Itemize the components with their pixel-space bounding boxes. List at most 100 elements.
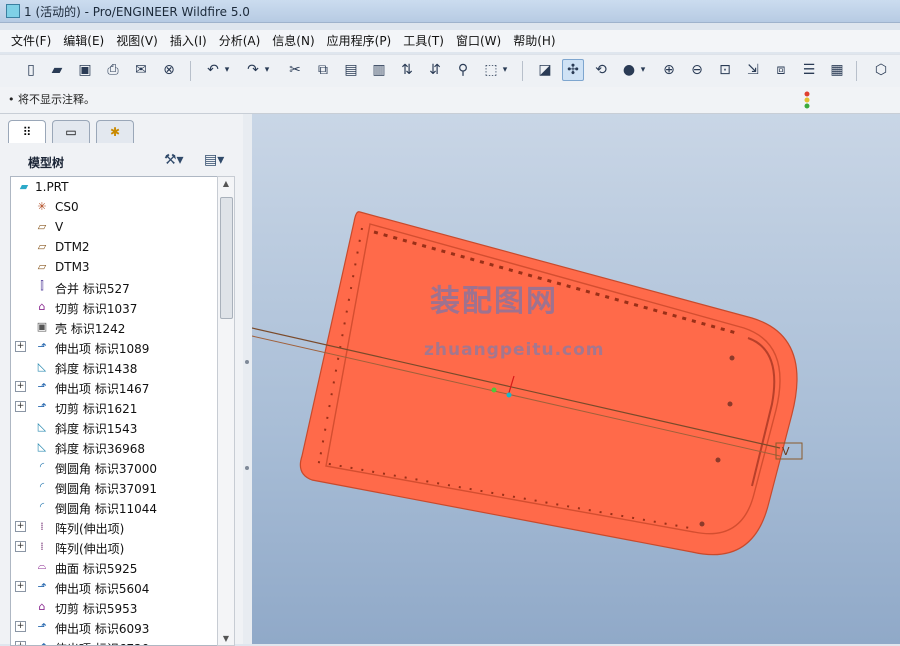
menu-edit[interactable]: 编辑(E) — [57, 30, 110, 50]
menu-help[interactable]: 帮助(H) — [507, 30, 561, 50]
menu-analysis[interactable]: 分析(A) — [213, 30, 267, 50]
tree-item[interactable]: ▱ DTM3 — [11, 257, 217, 277]
menu-tools[interactable]: 工具(T) — [397, 30, 450, 50]
scroll-up-icon[interactable]: ▲ — [221, 179, 231, 188]
menu-file[interactable]: 文件(F) — [5, 30, 57, 50]
tree-item[interactable]: + ⬏ 伸出项 标识1089 — [11, 337, 217, 357]
pattern-icon: ⁞ — [40, 539, 44, 553]
tree-item[interactable]: ◜ 倒圆角 标识37091 — [11, 477, 217, 497]
undo-icon[interactable]: ↶ — [202, 59, 224, 81]
tree-item[interactable]: + ⬏ 伸出项 标识6093 — [11, 617, 217, 637]
refit-icon[interactable]: ⊡ — [714, 59, 736, 81]
tree-item[interactable]: ◺ 斜度 标识36968 — [11, 437, 217, 457]
selection-box-icon[interactable]: ⬚ — [480, 59, 502, 81]
tree-item[interactable]: ⌓ 曲面 标识5925 — [11, 557, 217, 577]
tree-item[interactable]: ◺ 斜度 标识1438 — [11, 357, 217, 377]
expand-icon[interactable]: + — [15, 381, 26, 392]
pattern-icon: ⁞ — [40, 519, 44, 533]
tree-item-label: 曲面 标识5925 — [55, 562, 138, 576]
tree-item[interactable]: ▣ 壳 标识1242 — [11, 317, 217, 337]
round-icon: ◜ — [39, 479, 45, 493]
tree-item[interactable]: ⌂ 切剪 标识5953 — [11, 597, 217, 617]
display-style-icon[interactable]: ● — [618, 59, 640, 81]
print-icon[interactable]: ⎙ — [102, 59, 124, 81]
tree-item[interactable]: ⌂ 切剪 标识1037 — [11, 297, 217, 317]
paste-icon[interactable]: ▤ — [340, 59, 362, 81]
tree-item-label: 伸出项 标识6093 — [55, 622, 150, 636]
tree-item[interactable]: ▱ V — [11, 217, 217, 237]
display-style-dropdown-icon[interactable]: ▾ — [638, 59, 648, 81]
find-icon[interactable]: ⚲ — [452, 59, 474, 81]
tree-item[interactable]: +⬏伸出项 标识6720 — [11, 637, 217, 645]
datum-plane-icon: ▱ — [37, 259, 47, 273]
menu-view[interactable]: 视图(V) — [110, 30, 164, 50]
tree-scrollbar[interactable]: ▲ ▼ — [217, 176, 235, 646]
tree-item-label: DTM2 — [55, 240, 90, 254]
tree-item[interactable]: ⫿ 合并 标识527 — [11, 277, 217, 297]
scroll-thumb[interactable] — [220, 197, 233, 319]
repaint-icon[interactable]: ◪ — [534, 59, 556, 81]
tab-folder-browser[interactable]: ▭ — [52, 120, 90, 143]
reorient-icon[interactable]: ⇲ — [742, 59, 764, 81]
tab-model-tree[interactable]: ⠿ — [8, 120, 46, 143]
tree-item[interactable]: ◜ 倒圆角 标识37000 — [11, 457, 217, 477]
tree-item[interactable]: + ⁞ 阵列(伸出项) — [11, 537, 217, 557]
tab-favorites[interactable]: ✱ — [96, 120, 134, 143]
open-folder-icon[interactable]: ▰ — [46, 59, 68, 81]
tree-item[interactable]: + ⬏ 伸出项 标识5604 — [11, 577, 217, 597]
tree-item-label: 切剪 标识1621 — [55, 402, 138, 416]
panel-sash[interactable] — [243, 114, 252, 644]
expand-icon[interactable]: + — [15, 341, 26, 352]
tree-item[interactable]: + ⬏ 切剪 标识1621 — [11, 397, 217, 417]
protrusion-icon: ⬏ — [37, 579, 47, 593]
tree-item[interactable]: ▰ 1.PRT — [11, 177, 217, 197]
menu-applications[interactable]: 应用程序(P) — [321, 30, 398, 50]
new-file-icon[interactable]: ▯ — [20, 59, 42, 81]
scroll-down-icon[interactable]: ▼ — [221, 634, 231, 643]
graphics-window[interactable]: V 装配图网 zhuangpeitu.com — [252, 114, 900, 644]
tree-item-label: 倒圆角 标识37000 — [55, 462, 157, 476]
layers-icon[interactable]: ☰ — [798, 59, 820, 81]
tree-item[interactable]: + ⁞ 阵列(伸出项) — [11, 517, 217, 537]
expand-icon[interactable]: + — [15, 541, 26, 552]
copy-icon[interactable]: ⧉ — [312, 59, 334, 81]
menu-window[interactable]: 窗口(W) — [450, 30, 507, 50]
tree-item-label: 伸出项 标识1467 — [55, 382, 150, 396]
tree-item-label: 倒圆角 标识37091 — [55, 482, 157, 496]
tree-item-label: CS0 — [55, 200, 79, 214]
orient-mode-icon[interactable]: ⟲ — [590, 59, 612, 81]
tree-item[interactable]: ◜ 倒圆角 标识11044 — [11, 497, 217, 517]
tree-item[interactable]: ✳ CS0 — [11, 197, 217, 217]
cut-icon[interactable]: ✂ — [284, 59, 306, 81]
email-link-icon[interactable]: ⊗ — [158, 59, 180, 81]
expand-icon[interactable]: + — [15, 521, 26, 532]
redo-icon[interactable]: ↷ — [242, 59, 264, 81]
expand-icon[interactable]: + — [15, 581, 26, 592]
view-manager-icon[interactable]: ▦ — [826, 59, 848, 81]
tree-item[interactable]: ▱ DTM2 — [11, 237, 217, 257]
menu-insert[interactable]: 插入(I) — [164, 30, 213, 50]
spin-center-icon[interactable]: ✣ — [562, 59, 584, 81]
zoom-in-icon[interactable]: ⊕ — [658, 59, 680, 81]
tree-columns-icon[interactable]: ▤▾ — [204, 152, 224, 168]
zoom-out-icon[interactable]: ⊖ — [686, 59, 708, 81]
saved-views-icon[interactable]: ⧈ — [770, 59, 792, 81]
regenerate-icon[interactable]: ⇅ — [396, 59, 418, 81]
selection-dropdown-icon[interactable]: ▾ — [500, 59, 510, 81]
menu-info[interactable]: 信息(N) — [266, 30, 320, 50]
tree-settings-icon[interactable]: ⚒▾ — [164, 152, 184, 168]
expand-icon[interactable]: + — [15, 621, 26, 632]
tree-item[interactable]: ◺ 斜度 标识1543 — [11, 417, 217, 437]
redo-dropdown-icon[interactable]: ▾ — [262, 59, 272, 81]
regenerate-manager-icon[interactable]: ⇵ — [424, 59, 446, 81]
traffic-light-icon[interactable] — [802, 91, 812, 109]
watermark-cn: 装配图网 — [430, 284, 558, 319]
paste-special-icon[interactable]: ▥ — [368, 59, 390, 81]
expand-icon[interactable]: + — [15, 401, 26, 412]
tree-item[interactable]: + ⬏ 伸出项 标识1467 — [11, 377, 217, 397]
email-icon[interactable]: ✉ — [130, 59, 152, 81]
undo-dropdown-icon[interactable]: ▾ — [222, 59, 232, 81]
datum-display-icon[interactable]: ⬡ — [870, 59, 892, 81]
save-icon[interactable]: ▣ — [74, 59, 96, 81]
tree-item-label: 伸出项 标识1089 — [55, 342, 150, 356]
